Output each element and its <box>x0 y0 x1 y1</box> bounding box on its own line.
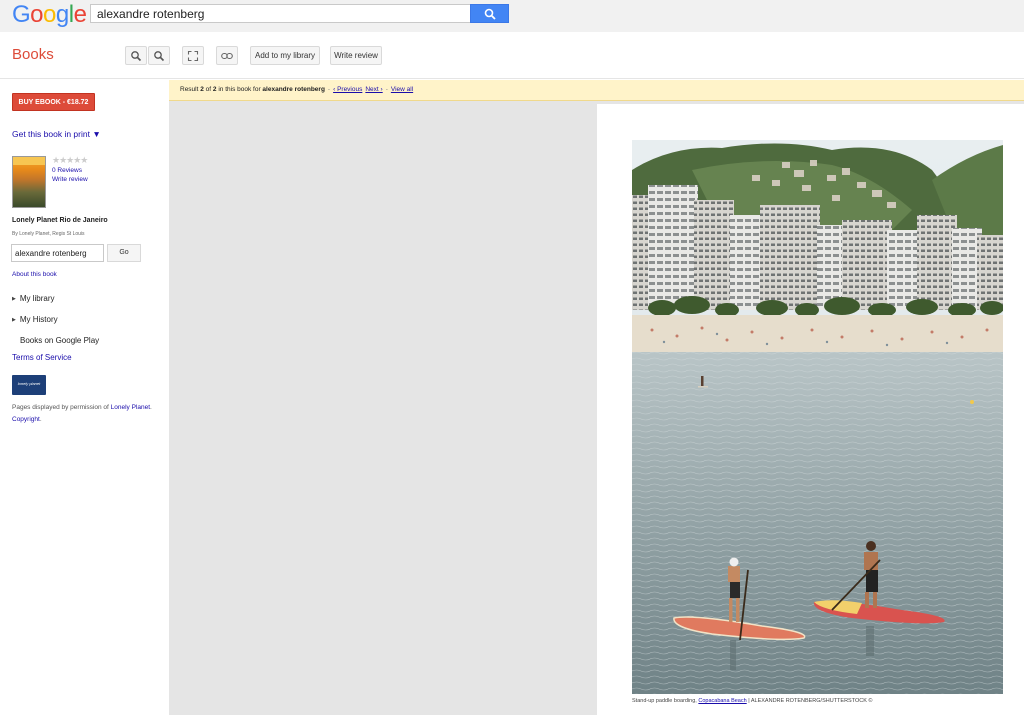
book-authors: By Lonely Planet, Regis St Louis <box>12 231 85 237</box>
result-query: alexandre rotenberg <box>262 86 325 93</box>
permission-text: Pages displayed by permission of Lonely … <box>12 402 152 426</box>
page-photo <box>632 140 1003 694</box>
sidebar-item-my-library[interactable]: ▶ My library <box>12 294 55 303</box>
go-button[interactable]: Go <box>107 244 141 262</box>
sidebar-item-label: My History <box>19 315 58 324</box>
link-button[interactable] <box>216 46 238 65</box>
write-review-button[interactable]: Write review <box>330 46 382 65</box>
cover-strip <box>13 157 45 165</box>
search-icon <box>484 8 496 20</box>
publisher-logo[interactable]: lonely planet <box>12 375 46 395</box>
photo-caption: Stand-up paddle boarding, Copacabana Bea… <box>632 698 872 704</box>
result-prefix: Result <box>180 86 201 93</box>
book-viewer[interactable]: Stand-up paddle boarding, Copacabana Bea… <box>169 101 1024 715</box>
book-title: Lonely Planet Rio de Janeiro <box>12 217 108 224</box>
separator: - <box>327 86 331 93</box>
zoom-in-button[interactable] <box>125 46 147 65</box>
zoom-out-button[interactable] <box>148 46 170 65</box>
search-button[interactable] <box>470 4 509 23</box>
separator: - <box>385 86 388 93</box>
logo-letter: o <box>43 1 56 28</box>
sidebar-item-label: My library <box>19 294 55 303</box>
zoom-in-icon <box>131 50 142 61</box>
rating-stars[interactable]: ★★★★★ <box>52 155 88 166</box>
publisher-link[interactable]: Lonely Planet <box>111 404 150 411</box>
zoom-out-icon <box>154 50 165 61</box>
result-of: of <box>203 86 213 93</box>
search-result-banner: Result 2 of 2 in this book for alexandre… <box>169 80 1024 101</box>
previous-link[interactable]: ‹ Previous <box>333 86 362 93</box>
google-logo[interactable]: Google <box>12 1 87 28</box>
permission-sep: . <box>150 404 152 411</box>
get-print-link[interactable]: Get this book in print ▼ <box>12 129 101 139</box>
sidebar: BUY EBOOK - €18.72 Get this book in prin… <box>0 80 168 715</box>
book-page[interactable]: Stand-up paddle boarding, Copacabana Bea… <box>597 104 1024 715</box>
books-header: Books Add to my library Write review <box>0 32 1024 79</box>
add-to-library-button[interactable]: Add to my library <box>250 46 320 65</box>
publisher-logo-text: lonely planet <box>17 381 41 386</box>
sidebar-item-my-history[interactable]: ▶ My History <box>12 315 58 324</box>
caption-prefix: Stand-up paddle boarding, <box>632 698 699 704</box>
write-review-link[interactable]: Write review <box>52 176 88 183</box>
sidebar-item-google-play[interactable]: Books on Google Play <box>20 336 99 345</box>
caption-suffix: | ALEXANDRE ROTENBERG/SHUTTERSTOCK © <box>746 698 873 704</box>
next-link[interactable]: Next › <box>365 86 382 93</box>
view-all-link[interactable]: View all <box>391 86 413 93</box>
permission-suffix: . <box>39 416 42 423</box>
result-mid: in this book for <box>216 86 263 93</box>
books-title[interactable]: Books <box>12 46 54 63</box>
logo-letter: G <box>12 1 31 28</box>
link-icon <box>221 52 233 59</box>
logo-letter: o <box>30 1 44 28</box>
terms-of-service-link[interactable]: Terms of Service <box>12 353 72 362</box>
reviews-link[interactable]: 0 Reviews <box>52 167 82 174</box>
fullscreen-icon <box>187 50 199 61</box>
fullscreen-button[interactable] <box>182 46 204 65</box>
top-search-bar: Google <box>0 0 1024 32</box>
search-input[interactable] <box>90 4 470 23</box>
logo-letter: e <box>73 1 87 28</box>
search-in-book-input[interactable] <box>11 244 104 262</box>
triangle-right-icon: ▶ <box>12 317 16 323</box>
buy-ebook-button[interactable]: BUY EBOOK - €18.72 <box>12 93 95 111</box>
caption-link[interactable]: Copacabana Beach <box>698 698 746 704</box>
copyright-link[interactable]: Copyright <box>12 416 40 423</box>
book-cover-thumbnail[interactable] <box>12 156 46 208</box>
about-book-link[interactable]: About this book <box>12 271 57 278</box>
logo-letter: g <box>55 1 69 28</box>
permission-prefix: Pages displayed by permission of <box>12 404 111 411</box>
triangle-right-icon: ▶ <box>12 296 16 302</box>
